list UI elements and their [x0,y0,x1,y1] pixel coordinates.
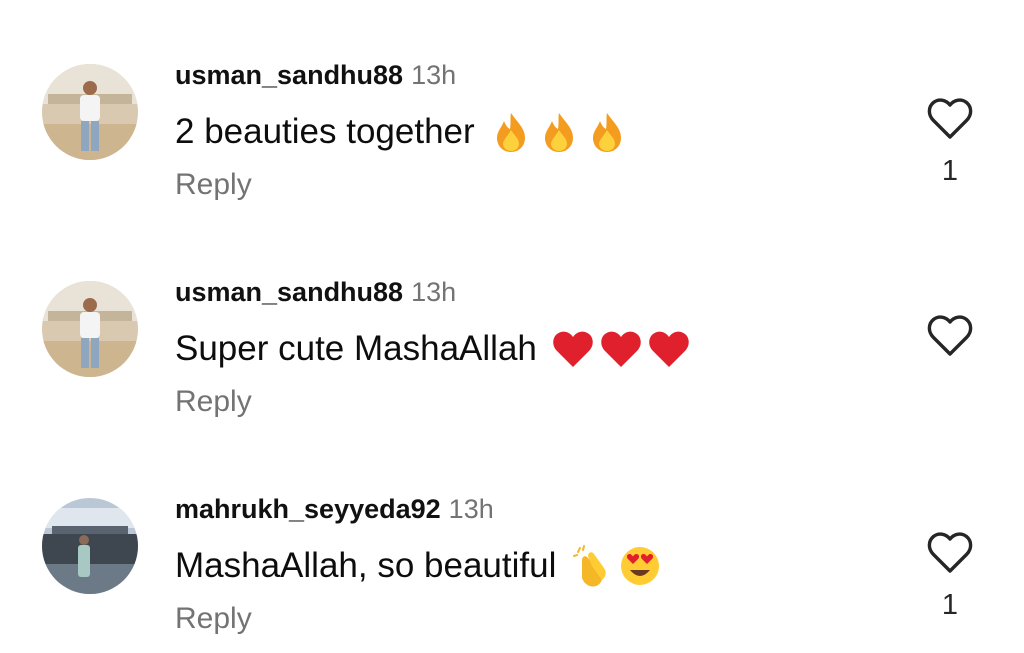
comment-text: 2 beauties together [175,110,629,154]
heart-eyes-icon [618,544,662,588]
avatar[interactable] [42,281,138,377]
emoji-group [551,327,691,371]
comment-text: MashaAllah, so beautiful [175,544,662,588]
comment-meta: usman_sandhu88 13h [175,277,456,308]
red-heart-icon [647,327,691,371]
like-button[interactable] [926,97,974,141]
comment-body: Super cute MashaAllah [175,329,537,368]
clapping-hands-icon [570,544,614,588]
comment-body: 2 beauties together [175,112,475,151]
fire-icon [537,110,581,154]
comment-body: MashaAllah, so beautiful [175,546,557,585]
red-heart-icon [599,327,643,371]
comment-text: Super cute MashaAllah [175,327,691,371]
heart-outline-icon [927,532,973,573]
timestamp: 13h [448,494,494,524]
emoji-group [570,544,662,588]
reply-button[interactable]: Reply [175,602,252,636]
like-button[interactable] [926,314,974,358]
reply-button[interactable]: Reply [175,168,252,202]
heart-outline-icon [927,98,973,139]
username[interactable]: usman_sandhu88 [175,277,403,307]
reply-button[interactable]: Reply [175,385,252,419]
like-count: 1 [941,589,959,621]
fire-icon [489,110,533,154]
timestamp: 13h [411,277,457,307]
avatar[interactable] [42,64,138,160]
comment-meta: usman_sandhu88 13h [175,60,456,91]
comment-item: usman_sandhu88 13h Super cute MashaAllah … [0,217,1024,419]
avatar[interactable] [42,498,138,594]
like-count: 1 [941,155,959,187]
comment-meta: mahrukh_seyyeda92 13h [175,494,494,525]
username[interactable]: usman_sandhu88 [175,60,403,90]
fire-icon [585,110,629,154]
comment-item: mahrukh_seyyeda92 13h MashaAllah, so beau… [0,434,1024,636]
timestamp: 13h [411,60,457,90]
comment-item: usman_sandhu88 13h 2 beauties together Re… [0,0,1024,202]
like-button[interactable] [926,531,974,575]
emoji-group [489,110,629,154]
heart-outline-icon [927,315,973,356]
red-heart-icon [551,327,595,371]
username[interactable]: mahrukh_seyyeda92 [175,494,441,524]
